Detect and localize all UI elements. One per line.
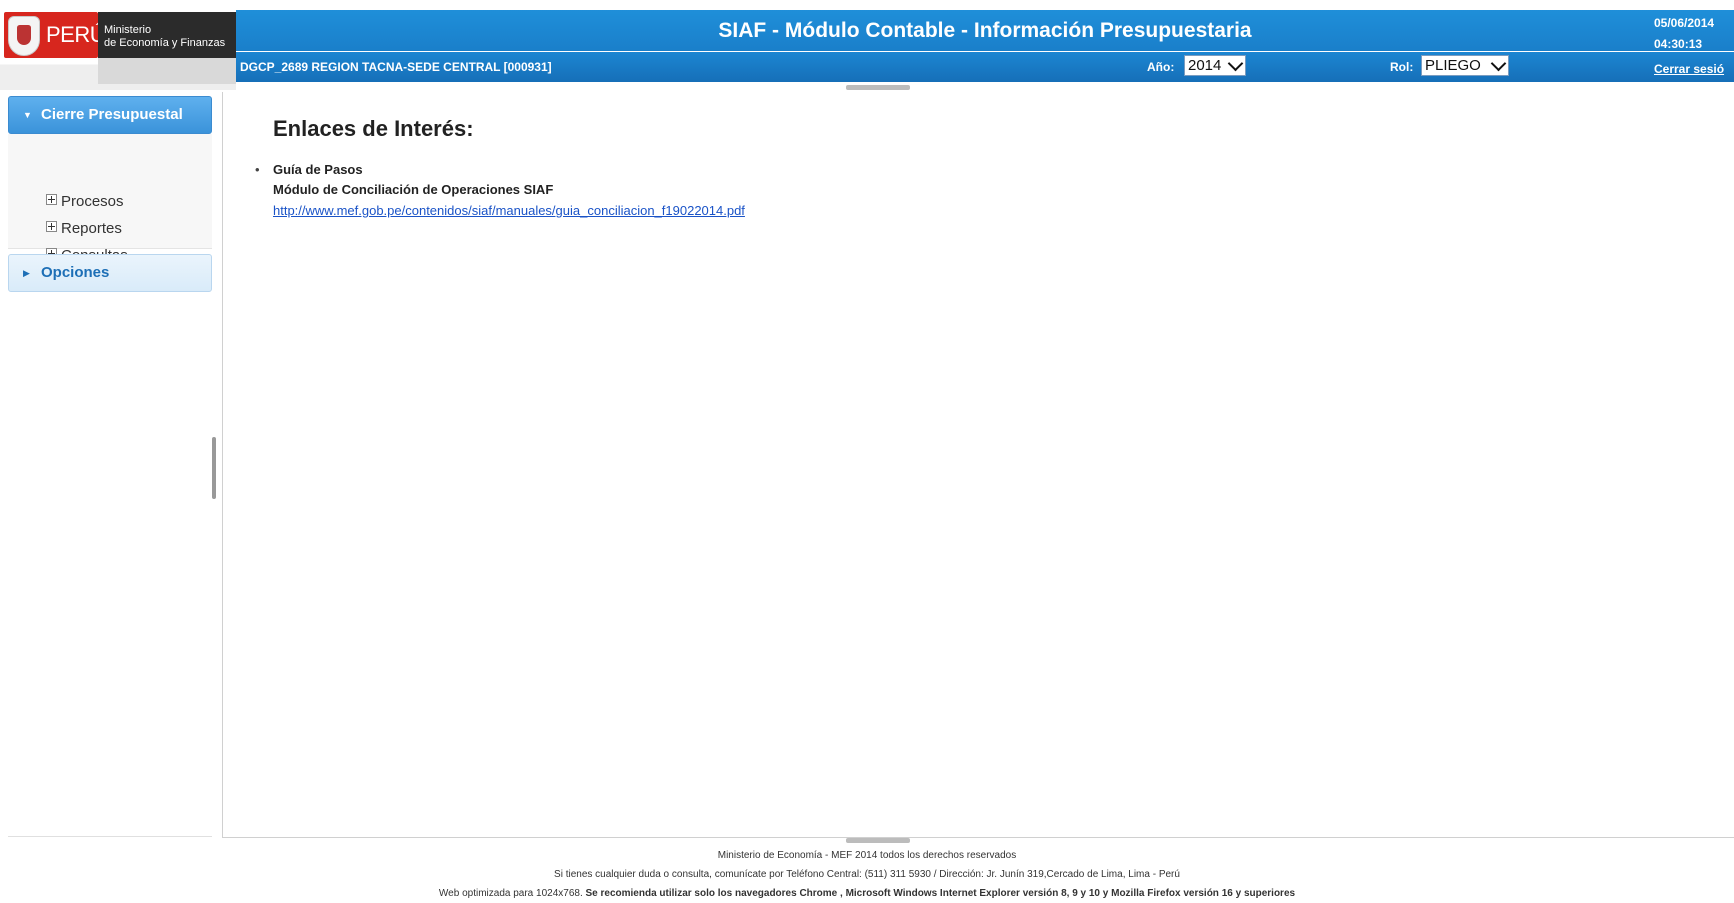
logo-country-text: PERÚ	[46, 22, 106, 47]
sidebar: ▼ Cierre Presupuestal Procesos Reportes C…	[8, 96, 212, 836]
accordion-label: Cierre Presupuestal	[41, 106, 183, 123]
triangle-right-icon: ▶	[23, 268, 30, 279]
year-select-value: 2014	[1188, 57, 1222, 74]
year-select[interactable]: 2014	[1184, 55, 1246, 76]
chevron-down-icon	[1490, 55, 1507, 72]
session-date: 05/06/2014	[1654, 16, 1715, 30]
page-title: Enlaces de Interés:	[273, 116, 474, 141]
app-title: SIAF - Módulo Contable - Información Pre…	[718, 19, 1252, 42]
accordion-label: Opciones	[41, 264, 110, 281]
logout-link[interactable]: Cerrar sesió	[1654, 62, 1724, 76]
guide-pdf-link[interactable]: http://www.mef.gob.pe/contenidos/siaf/ma…	[273, 203, 745, 218]
triangle-down-icon: ▼	[23, 110, 32, 121]
plus-square-icon[interactable]	[46, 221, 57, 232]
year-label: Año:	[1147, 60, 1175, 74]
footer-contact: Si tienes cualquier duda o consulta, com…	[554, 869, 1180, 880]
link-title: Guía de Pasos	[273, 162, 363, 177]
main-content: Enlaces de Interés: • Guía de Pasos Módu…	[222, 92, 1734, 838]
link-subtitle: Módulo de Conciliación de Operaciones SI…	[273, 182, 554, 197]
bullet-icon: •	[255, 162, 260, 177]
session-info: 05/06/2014 04:30:13 Cerrar sesió	[1654, 10, 1734, 82]
footer-copyright: Ministerio de Economía - MEF 2014 todos …	[717, 850, 1017, 861]
role-select-value: PLIEGO	[1425, 57, 1481, 74]
role-select[interactable]: PLIEGO	[1421, 55, 1509, 76]
footer-resolution-text: Web optimizada para 1024x768.	[438, 888, 586, 899]
plus-square-icon[interactable]	[46, 194, 57, 205]
sidebar-divider	[8, 836, 212, 837]
tree-item-procesos[interactable]: Procesos	[46, 192, 124, 212]
chevron-down-icon	[1227, 55, 1244, 72]
peru-logo-badge: PERÚ	[4, 12, 106, 58]
logo-ministry-line2: de Economía y Finanzas	[104, 37, 226, 49]
session-time: 04:30:13	[1654, 37, 1703, 51]
accordion-opciones[interactable]: ▶ Opciones	[8, 254, 212, 292]
mef-logo: PERÚ Ministerio de Economía y Finanzas	[0, 10, 236, 90]
logo-decorative-strip	[98, 58, 236, 84]
header-collapse-handle[interactable]	[846, 85, 910, 90]
title-bar: SIAF - Módulo Contable - Información Pre…	[236, 10, 1734, 51]
footer-browser-recommendation: Se recomienda utilizar solo los navegado…	[585, 888, 1296, 899]
footer-browser-note: Web optimizada para 1024x768. Se recomie…	[0, 884, 1734, 903]
accordion-cierre-presupuestal[interactable]: ▼ Cierre Presupuestal	[8, 96, 212, 134]
role-label: Rol:	[1390, 60, 1414, 74]
tree-item-label: Procesos	[61, 193, 124, 210]
entity-label: DGCP_2689 REGION TACNA-SEDE CENTRAL [000…	[240, 60, 552, 74]
tree-item-label: Reportes	[61, 220, 122, 237]
accordion-panel-body: Procesos Reportes Consultas	[8, 134, 212, 264]
footer-collapse-handle[interactable]	[846, 838, 910, 843]
sidebar-resize-handle[interactable]	[212, 437, 216, 499]
logo-ministry-line1: Ministerio	[104, 24, 152, 36]
logo-ministry-text: Ministerio de Economía y Finanzas	[98, 12, 236, 58]
tree-item-reportes[interactable]: Reportes	[46, 219, 122, 239]
coat-of-arms-icon	[8, 16, 40, 56]
footer: Ministerio de Economía - MEF 2014 todos …	[0, 846, 1734, 901]
context-bar: DGCP_2689 REGION TACNA-SEDE CENTRAL [000…	[236, 52, 1734, 82]
app-header: PERÚ Ministerio de Economía y Finanzas S…	[0, 0, 1734, 92]
